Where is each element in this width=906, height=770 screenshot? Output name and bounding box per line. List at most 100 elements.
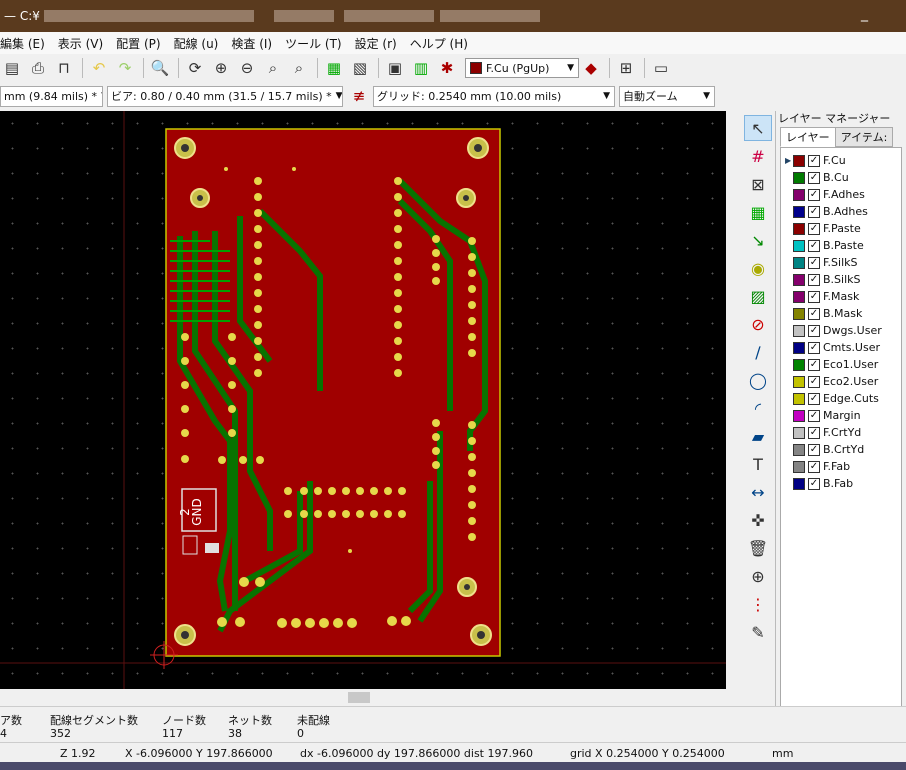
layer-select-dropdown[interactable]: F.Cu (PgUp) ▼ <box>465 58 579 78</box>
zoom-selection-icon[interactable]: ⌕ <box>287 56 311 80</box>
layer-color-swatch[interactable] <box>793 392 805 405</box>
layer-color-swatch[interactable] <box>793 324 805 337</box>
plot-icon[interactable]: ⊓ <box>52 56 76 80</box>
zoom-select[interactable]: 自動ズーム ▼ <box>619 85 715 107</box>
add-arc-icon[interactable]: ◜ <box>744 395 772 421</box>
zoom-fit-icon[interactable]: ⌕ <box>261 56 285 80</box>
layer-visibility-checkbox[interactable]: ✓ <box>808 154 820 167</box>
autoplace-icon[interactable]: ⊞ <box>614 56 638 80</box>
layer-color-swatch[interactable] <box>793 426 805 439</box>
layer-visibility-checkbox[interactable]: ✓ <box>808 392 820 405</box>
layer-color-swatch[interactable] <box>793 307 805 320</box>
layer-color-swatch[interactable] <box>793 256 805 269</box>
tab-items[interactable]: アイテム: <box>834 127 894 147</box>
layer-color-swatch[interactable] <box>793 188 805 201</box>
keepout-icon[interactable]: ⊘ <box>744 311 772 337</box>
zoom-in-icon[interactable]: ⊕ <box>209 56 233 80</box>
layer-row[interactable]: ✓ F.Mask <box>781 288 901 305</box>
menu-view[interactable]: 表示 (V) <box>58 35 103 52</box>
drc-bug-icon[interactable]: ✱ <box>435 56 459 80</box>
layer-color-swatch[interactable] <box>793 239 805 252</box>
layer-visibility-checkbox[interactable]: ✓ <box>808 358 820 371</box>
layer-visibility-checkbox[interactable]: ✓ <box>808 409 820 422</box>
layer-visibility-checkbox[interactable]: ✓ <box>808 426 820 439</box>
zoom-out-icon[interactable]: ⊖ <box>235 56 259 80</box>
auto-track-width-icon[interactable]: ≢ <box>347 84 371 108</box>
menu-inspect[interactable]: 検査 (I) <box>231 35 272 52</box>
add-target-icon[interactable]: ✜ <box>744 507 772 533</box>
layer-color-swatch[interactable] <box>793 409 805 422</box>
layer-color-swatch[interactable] <box>793 477 805 490</box>
layer-visibility-checkbox[interactable]: ✓ <box>808 307 820 320</box>
layer-color-swatch[interactable] <box>793 273 805 286</box>
layer-visibility-checkbox[interactable]: ✓ <box>808 477 820 490</box>
grid-select[interactable]: グリッド: 0.2540 mm (10.00 mils) ▼ <box>373 85 615 107</box>
find-icon[interactable]: 🔍 <box>148 56 172 80</box>
add-text-icon[interactable]: T <box>744 451 772 477</box>
update-pcb-icon[interactable]: ▥ <box>409 56 433 80</box>
layer-visibility-checkbox[interactable]: ✓ <box>808 273 820 286</box>
layer-visibility-checkbox[interactable]: ✓ <box>808 205 820 218</box>
layer-visibility-checkbox[interactable]: ✓ <box>808 188 820 201</box>
layer-visibility-checkbox[interactable]: ✓ <box>808 341 820 354</box>
layer-visibility-checkbox[interactable]: ✓ <box>808 171 820 184</box>
local-ratsnest-icon[interactable]: ⊠ <box>744 171 772 197</box>
footprint-viewer-icon[interactable]: ▧ <box>348 56 372 80</box>
layer-row[interactable]: ✓ B.SilkS <box>781 271 901 288</box>
set-origin-icon[interactable]: ⊕ <box>744 563 772 589</box>
layer-row[interactable]: ✓ F.Fab <box>781 458 901 475</box>
layer-row[interactable]: ✓ Margin <box>781 407 901 424</box>
layer-color-swatch[interactable] <box>793 375 805 388</box>
layer-color-swatch[interactable] <box>793 205 805 218</box>
add-circle-icon[interactable]: ◯ <box>744 367 772 393</box>
vertical-scrollbar[interactable] <box>726 111 742 689</box>
layer-color-swatch[interactable] <box>793 443 805 456</box>
layer-visibility-checkbox[interactable]: ✓ <box>808 256 820 269</box>
menu-route[interactable]: 配線 (u) <box>174 35 219 52</box>
layer-visibility-checkbox[interactable]: ✓ <box>808 460 820 473</box>
layer-visibility-checkbox[interactable]: ✓ <box>808 222 820 235</box>
route-track-icon[interactable]: ↘ <box>744 227 772 253</box>
minimize-button[interactable]: _ <box>861 6 868 22</box>
scripting-console-icon[interactable]: ▭ <box>649 56 673 80</box>
layer-row[interactable]: ✓ Dwgs.User <box>781 322 901 339</box>
redo-icon[interactable]: ↷ <box>113 56 137 80</box>
menu-place[interactable]: 配置 (P) <box>116 35 160 52</box>
horizontal-scroll-thumb[interactable] <box>348 692 370 703</box>
add-line-icon[interactable]: ∕ <box>744 339 772 365</box>
menu-help[interactable]: ヘルプ (H) <box>410 35 468 52</box>
add-footprint-icon[interactable]: ▦ <box>744 199 772 225</box>
layer-row[interactable]: ✓ B.Paste <box>781 237 901 254</box>
layer-row[interactable]: ▶ ✓ F.Cu <box>781 152 901 169</box>
layer-color-swatch[interactable] <box>793 222 805 235</box>
layer-color-swatch[interactable] <box>793 154 805 167</box>
layer-row[interactable]: ✓ F.SilkS <box>781 254 901 271</box>
layer-row[interactable]: ✓ Eco2.User <box>781 373 901 390</box>
layer-row[interactable]: ✓ B.Mask <box>781 305 901 322</box>
pcb-canvas[interactable]: 2 GND <box>0 111 726 689</box>
layer-row[interactable]: ✓ B.Adhes <box>781 203 901 220</box>
add-zone-icon[interactable]: ▨ <box>744 283 772 309</box>
via-size-select[interactable]: ビア: 0.80 / 0.40 mm (31.5 / 15.7 mils) * … <box>107 85 343 107</box>
layer-color-swatch[interactable] <box>793 358 805 371</box>
layer-row[interactable]: ✓ F.Paste <box>781 220 901 237</box>
layer-color-swatch[interactable] <box>793 171 805 184</box>
undo-icon[interactable]: ↶ <box>87 56 111 80</box>
layer-row[interactable]: ✓ B.Cu <box>781 169 901 186</box>
redraw-icon[interactable]: ⟳ <box>183 56 207 80</box>
layer-pair-icon[interactable]: ◆ <box>579 56 603 80</box>
menu-edit[interactable]: 編集 (E) <box>0 35 45 52</box>
layer-row[interactable]: ✓ B.Fab <box>781 475 901 492</box>
layer-row[interactable]: ✓ B.CrtYd <box>781 441 901 458</box>
layer-row[interactable]: ✓ F.Adhes <box>781 186 901 203</box>
layer-color-swatch[interactable] <box>793 341 805 354</box>
measure-icon[interactable]: ✎ <box>744 619 772 645</box>
horizontal-scrollbar[interactable] <box>0 689 742 706</box>
select-arrow-icon[interactable]: ↖ <box>744 115 772 141</box>
footprint-editor-icon[interactable]: ▦ <box>322 56 346 80</box>
layer-visibility-checkbox[interactable]: ✓ <box>808 375 820 388</box>
delete-icon[interactable]: 🗑 <box>744 535 772 561</box>
page-settings-icon[interactable]: ▤ <box>0 56 24 80</box>
add-via-icon[interactable]: ◉ <box>744 255 772 281</box>
layer-visibility-checkbox[interactable]: ✓ <box>808 324 820 337</box>
